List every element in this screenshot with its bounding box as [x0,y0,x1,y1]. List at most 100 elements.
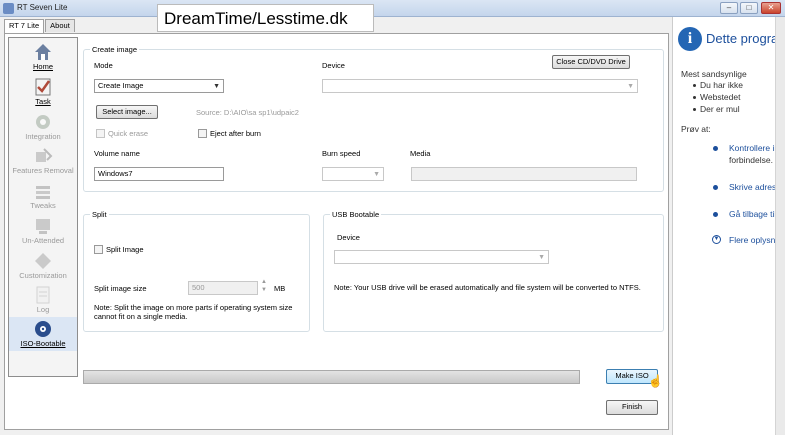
iso-bootable-icon [33,319,53,339]
burn-speed-dropdown[interactable]: ▼ [322,167,384,181]
usb-bootable-group: USB Bootable Device ▼ Note: Your USB dri… [323,210,664,332]
split-image-checkbox[interactable] [94,245,103,254]
split-size-stepper[interactable]: 500 [188,281,258,295]
customization-icon [33,251,53,271]
sidebar-item-label: Un-Attended [21,236,65,245]
chevron-down-icon[interactable]: ▼ [712,235,721,244]
scrollbar[interactable] [775,17,785,435]
sidebar-item-label: Task [35,97,51,106]
overlay-caption: DreamTime/Lesstime.dk [157,4,374,32]
tweaks-icon [33,181,53,201]
bullet-icon [713,146,718,151]
sidebar-item-log[interactable]: Log [9,283,77,317]
stepper-up-icon[interactable]: ▲ [261,279,267,285]
bullet-icon [693,108,696,111]
split-title: Split [90,210,109,219]
chevron-down-icon: ▼ [373,171,380,178]
mouse-cursor-icon: ☝ [648,374,663,388]
eject-after-burn-checkbox[interactable] [198,129,207,138]
mode-value: Create Image [98,81,144,90]
sidebar-item-features-removal[interactable]: Features Removal [9,144,77,178]
media-field [411,167,637,181]
burn-speed-label: Burn speed [322,149,361,158]
suggestion-item-cont: forbindelse. [729,155,773,165]
reason-item: Du har ikke [700,80,743,90]
maximize-button[interactable]: □ [740,2,758,14]
sidebar-nav: Home Task Integration Features Removal T… [8,37,78,377]
source-path: Source: D:\AIO\sa sp1\udpaic2 [196,108,299,117]
window-title: RT Seven Lite [17,3,68,12]
log-icon [33,285,53,305]
split-size-label: Split image size [94,284,147,293]
close-button[interactable]: ✕ [761,2,781,14]
close-drive-button[interactable]: Close CD/DVD Drive [552,55,630,69]
sidebar-item-unattended[interactable]: Un-Attended [9,214,77,248]
main-panel: Home Task Integration Features Removal T… [4,33,669,430]
suggestion-item[interactable]: Kontrollere in [729,143,779,153]
sidebar-item-label: Log [36,305,50,314]
usb-device-dropdown[interactable]: ▼ [334,250,549,264]
tab-rt7lite[interactable]: RT 7 Lite [4,19,45,33]
volume-name-input[interactable]: Windows7 [94,167,224,181]
chevron-down-icon: ▼ [627,83,634,90]
create-image-title: Create image [90,45,140,54]
sidebar-item-tweaks[interactable]: Tweaks [9,179,77,213]
try-label: Prøv at: [681,124,711,134]
tab-strip: RT 7 Lite About [4,19,76,33]
split-note-line2: cannot fit on a single media. [94,312,188,321]
reason-item: Webstedet [700,92,741,102]
title-bar: RT Seven Lite – □ ✕ [0,0,785,17]
usb-device-label: Device [337,233,360,242]
task-icon [33,77,53,97]
split-image-label: Split Image [106,245,144,254]
minimize-button[interactable]: – [720,2,738,14]
sidebar-item-integration[interactable]: Integration [9,110,77,144]
chevron-down-icon: ▼ [213,83,220,90]
sidebar-item-label: Home [32,62,53,71]
stepper-down-icon[interactable]: ▼ [261,287,267,293]
bullet-icon [713,212,718,217]
home-icon [33,42,53,62]
finish-button[interactable]: Finish [606,400,658,415]
sidebar-item-label: ISO-Bootable [20,339,66,348]
bullet-icon [713,185,718,190]
sidebar-item-task[interactable]: Task [9,75,77,109]
suggestion-item[interactable]: Gå tilbage til [729,209,776,219]
quick-erase-label: Quick erase [108,129,149,138]
sidebar-item-iso-bootable[interactable]: ISO-Bootable [9,317,77,351]
reason-item: Der er mul [700,104,740,114]
sidebar-item-label: Customization [19,271,67,280]
progress-bar [83,370,580,384]
mode-dropdown[interactable]: Create Image ▼ [94,79,224,93]
sidebar-item-label: Tweaks [30,201,56,210]
sidebar-item-label: Features Removal [12,166,74,175]
create-image-group: Create image Mode Create Image ▼ Device … [83,45,664,192]
usb-note: Note: Your USB drive will be erased auto… [334,283,641,292]
bullet-icon [693,84,696,87]
unattended-icon [33,216,53,236]
select-image-button[interactable]: Select image... [96,105,158,119]
eject-after-burn-label: Eject after burn [210,129,261,138]
sidebar-item-home[interactable]: Home [9,40,77,74]
device-label: Device [322,61,345,70]
suggestion-item[interactable]: Skrive adress [729,182,781,192]
usb-bootable-title: USB Bootable [330,210,382,219]
sidebar-item-label: Integration [25,132,61,141]
chevron-down-icon: ▼ [538,254,545,261]
split-note-line1: Note: Split the image on more parts if o… [94,303,293,312]
features-removal-icon [33,146,53,166]
quick-erase-checkbox[interactable] [96,129,105,138]
volume-name-label: Volume name [94,149,140,158]
more-info-link[interactable]: Flere oplysni [729,235,777,245]
tab-about[interactable]: About [45,19,75,32]
media-label: Media [410,149,431,158]
sidebar-item-customization[interactable]: Customization [9,249,77,283]
error-page-title: Dette program [706,31,785,46]
app-icon [3,3,14,14]
browser-error-pane: i Dette program Mest sandsynlige Du har … [672,17,785,435]
integration-icon [33,112,53,132]
error-intro: Mest sandsynlige [681,69,747,79]
device-dropdown[interactable]: ▼ [322,79,638,93]
info-icon: i [678,27,702,51]
mode-label: Mode [94,61,113,70]
